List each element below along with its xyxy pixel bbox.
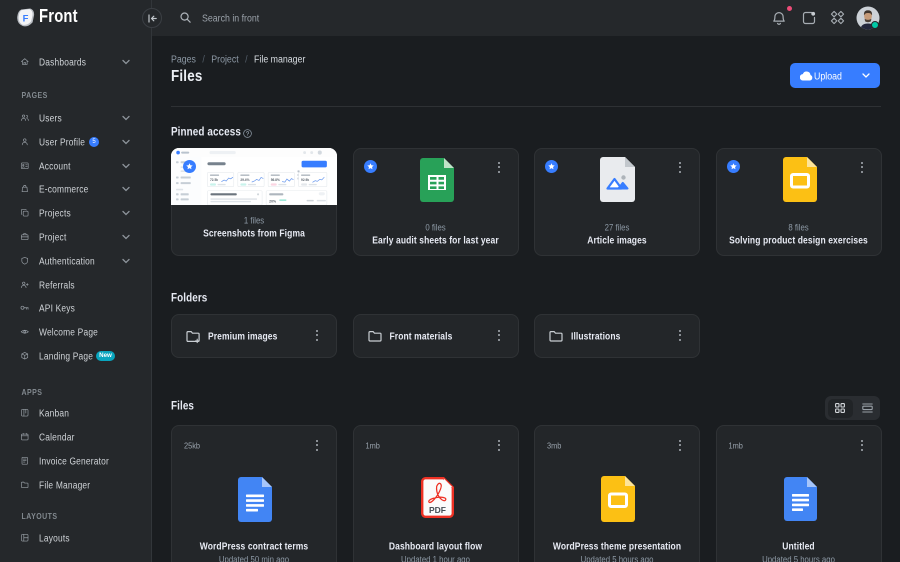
svg-text:29.4%: 29.4% <box>240 178 249 182</box>
svg-text:92.9k: 92.9k <box>301 178 309 182</box>
svg-text:F: F <box>22 13 28 24</box>
svg-text:PDF: PDF <box>429 505 446 515</box>
svg-text:56.8%: 56.8% <box>271 178 280 182</box>
svg-text:20%: 20% <box>269 199 276 203</box>
svg-text:72.5k: 72.5k <box>210 178 218 182</box>
